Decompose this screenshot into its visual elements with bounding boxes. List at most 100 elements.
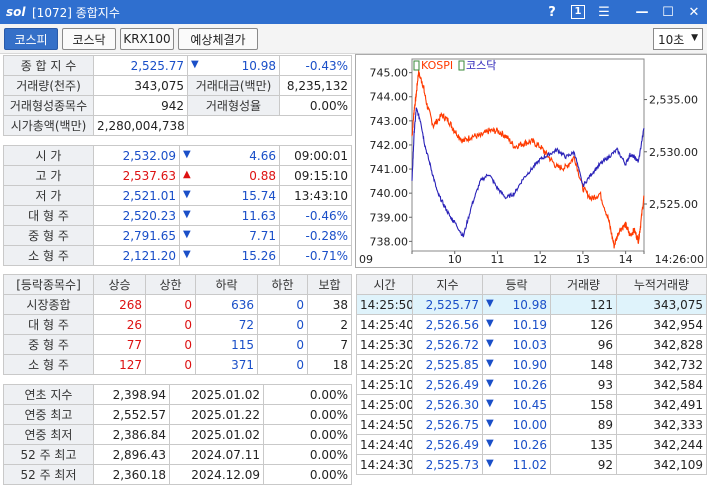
extremes-value: 2,552.57 <box>93 404 170 425</box>
y-left-tick-label: 744.00 <box>370 91 409 104</box>
price-row: 대 형 주 2,520.23 ▼ 11.63 -0.46% <box>3 205 352 226</box>
tick-header: 지수 <box>412 274 483 295</box>
tick-row[interactable]: 14:25:20 2,525.85 ▼ 10.90 148 342,732 <box>356 354 707 375</box>
tick-volume: 158 <box>550 394 617 415</box>
price-value: 2,532.09 <box>93 145 180 166</box>
maximize-button[interactable]: ☐ <box>655 0 681 24</box>
breadth-up: 268 <box>93 294 146 315</box>
index-chart-svg: 745.00 744.00 743.00 742.00 741.00 740.00 739.… <box>359 58 704 266</box>
extremes-value: 2,386.84 <box>93 424 170 445</box>
series-line-kosdaq <box>411 107 645 238</box>
price-row: 저 가 2,521.01 ▼ 15.74 13:43:10 <box>3 185 352 206</box>
tab-kospi[interactable]: 코스피 <box>4 28 58 50</box>
menu-icon[interactable]: ☰ <box>591 0 617 24</box>
extremes-row: 연초 지수 2,398.94 2025.01.02 0.00% <box>3 384 352 405</box>
price-row: 시 가 2,532.09 ▼ 4.66 09:00:01 <box>3 145 352 166</box>
interval-select[interactable]: 10초 ▼ <box>653 28 703 50</box>
x-tick-label: 14:26:00 <box>655 253 704 266</box>
summary-label: 거래대금(백만) <box>187 75 280 96</box>
down-arrow-icon: ▼ <box>183 228 191 240</box>
summary-marketcap-value: 2,280,004,738 <box>93 115 188 136</box>
extremes-label: 연초 지수 <box>3 384 94 405</box>
breadth-flat: 2 <box>307 314 352 335</box>
tab-krx100[interactable]: KRX100 <box>120 28 174 50</box>
tick-row[interactable]: 14:25:40 2,526.56 ▼ 10.19 126 342,954 <box>356 314 707 335</box>
summary-row-marketcap: 시가총액(백만) 2,280,004,738 <box>3 115 352 136</box>
tick-time: 14:25:30 <box>356 334 413 355</box>
y-left-tick-label: 740.00 <box>370 187 409 200</box>
price-label: 저 가 <box>3 185 94 206</box>
tick-row[interactable]: 14:25:10 2,526.49 ▼ 10.26 93 342,584 <box>356 374 707 395</box>
price-change: 15.26 <box>241 248 276 263</box>
tab-expected-price[interactable]: 예상체결가 <box>178 28 258 50</box>
down-arrow-icon: ▼ <box>486 437 494 449</box>
tick-header-row: 시간 지수 등락 거래량 누적거래량 <box>356 274 707 295</box>
down-arrow-icon: ▼ <box>486 377 494 389</box>
tick-volume: 135 <box>550 434 617 455</box>
summary-amount-value: 8,235,132 <box>279 75 352 96</box>
breadth-row: 시장종합 268 0 636 0 38 <box>3 294 352 315</box>
summary-label: 거래형성율 <box>187 95 280 116</box>
tick-row[interactable]: 14:25:50 2,525.77 ▼ 10.98 121 343,075 <box>356 294 707 315</box>
summary-index-change: 10.98 <box>241 58 276 73</box>
breadth-limit-up: 0 <box>145 314 196 335</box>
x-tick-label: 09 <box>359 253 373 266</box>
tick-cum-volume: 342,491 <box>616 394 707 415</box>
breadth-header-row: [등락종목수] 상승 상한 하락 하한 보합 <box>3 274 352 295</box>
price-change: 15.74 <box>241 188 276 203</box>
tick-volume: 126 <box>550 314 617 335</box>
toolbar: 코스피 코스닥 KRX100 예상체결가 10초 ▼ <box>0 24 707 54</box>
price-change: 4.66 <box>249 148 276 163</box>
price-label: 고 가 <box>3 165 94 186</box>
tick-change: 10.26 <box>512 377 547 392</box>
tick-cum-volume: 342,954 <box>616 314 707 335</box>
extremes-row: 52 주 최저 2,360.18 2024.12.09 0.00% <box>3 464 352 485</box>
chevron-down-icon: ▼ <box>691 33 698 43</box>
tick-row[interactable]: 14:24:50 2,526.75 ▼ 10.00 89 342,333 <box>356 414 707 435</box>
tick-time: 14:25:40 <box>356 314 413 335</box>
tick-cum-volume: 342,584 <box>616 374 707 395</box>
extremes-pct: 0.00% <box>263 464 352 485</box>
breadth-row: 소 형 주 127 0 371 0 18 <box>3 354 352 375</box>
tick-cum-volume: 342,333 <box>616 414 707 435</box>
tick-header: 시간 <box>356 274 413 295</box>
x-tick-label: 10 <box>448 253 462 266</box>
tick-row[interactable]: 14:24:40 2,526.49 ▼ 10.26 135 342,244 <box>356 434 707 455</box>
tick-row[interactable]: 14:25:30 2,526.72 ▼ 10.03 96 342,828 <box>356 334 707 355</box>
breadth-header: 보합 <box>307 274 352 295</box>
breadth-header: [등락종목수] <box>3 274 94 295</box>
breadth-header: 상승 <box>93 274 146 295</box>
price-time: 13:43:10 <box>279 185 352 206</box>
help-button[interactable]: ? <box>539 0 565 24</box>
breadth-row: 대 형 주 26 0 72 0 2 <box>3 314 352 335</box>
breadth-flat: 38 <box>307 294 352 315</box>
y-left-tick-label: 739.00 <box>370 211 409 224</box>
breadth-label: 시장종합 <box>3 294 94 315</box>
breadth-down: 371 <box>195 354 258 375</box>
tick-cum-volume: 343,075 <box>616 294 707 315</box>
close-button[interactable]: ✕ <box>681 0 707 24</box>
tick-row[interactable]: 14:24:30 2,525.73 ▼ 11.02 92 342,109 <box>356 454 707 475</box>
app-logo: sol <box>6 5 26 19</box>
tick-row[interactable]: 14:25:00 2,526.30 ▼ 10.45 158 342,491 <box>356 394 707 415</box>
summary-label: 종 합 지 수 <box>3 55 94 76</box>
summary-label: 거래량(천주) <box>3 75 94 96</box>
summary-volume-value: 343,075 <box>93 75 188 96</box>
tick-change: 10.45 <box>512 397 547 412</box>
minimize-button[interactable]: — <box>629 0 655 24</box>
extremes-date: 2025.01.02 <box>169 384 264 405</box>
tick-volume: 148 <box>550 354 617 375</box>
up-arrow-icon: ▲ <box>183 168 191 180</box>
tick-time: 14:25:10 <box>356 374 413 395</box>
price-time: 09:00:01 <box>279 145 352 166</box>
screen-one-button[interactable]: 1 <box>565 0 591 24</box>
tab-kosdaq[interactable]: 코스닥 <box>62 28 116 50</box>
price-time: 09:15:10 <box>279 165 352 186</box>
title-bar: sol [1072] 종합지수 ? 1 ☰ — ☐ ✕ <box>0 0 707 24</box>
extremes-value: 2,398.94 <box>93 384 170 405</box>
x-tick-label: 14 <box>619 253 633 266</box>
breadth-header: 상한 <box>145 274 196 295</box>
down-arrow-icon: ▼ <box>486 417 494 429</box>
summary-table: 종 합 지 수 2,525.77 ▼ 10.98 -0.43% 거래량(천주) 3… <box>3 55 352 136</box>
extremes-pct: 0.00% <box>263 444 352 465</box>
